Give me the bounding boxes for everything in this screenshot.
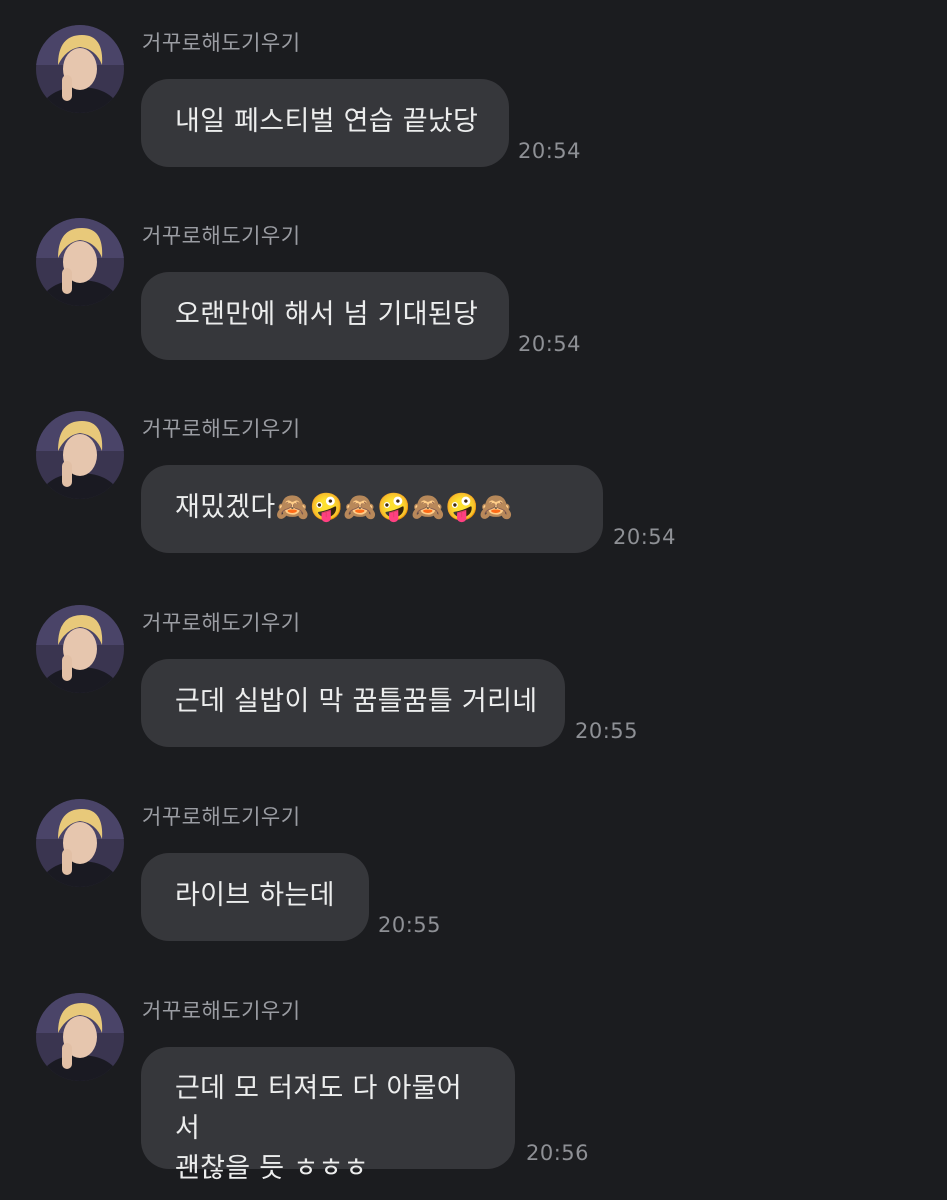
message-time: 20:54 bbox=[518, 139, 582, 163]
sender-name: 거꾸로해도기우기 bbox=[142, 224, 301, 248]
message-bubble[interactable]: 라이브 하는데 bbox=[141, 853, 369, 941]
avatar-image bbox=[36, 218, 124, 306]
avatar[interactable] bbox=[36, 605, 124, 693]
message-row: 거꾸로해도기우기 오랜만에 해서 넘 기대된당 20:54 bbox=[0, 218, 947, 368]
message-bubble[interactable]: 내일 페스티벌 연습 끝났당 bbox=[141, 79, 509, 167]
message-bubble[interactable]: 재밌겠다🙈🤪🙈🤪🙈🤪🙈 bbox=[141, 465, 603, 553]
avatar[interactable] bbox=[36, 218, 124, 306]
message-time: 20:55 bbox=[575, 719, 639, 743]
sender-name: 거꾸로해도기우기 bbox=[142, 417, 301, 441]
avatar-image bbox=[36, 605, 124, 693]
avatar-image bbox=[36, 993, 124, 1081]
sender-name: 거꾸로해도기우기 bbox=[142, 31, 301, 55]
message-time: 20:56 bbox=[526, 1141, 590, 1165]
message-bubble[interactable]: 오랜만에 해서 넘 기대된당 bbox=[141, 272, 509, 360]
message-time: 20:54 bbox=[613, 525, 677, 549]
message-row: 거꾸로해도기우기 근데 실밥이 막 꿈틀꿈틀 거리네 20:55 bbox=[0, 605, 947, 755]
avatar-image bbox=[36, 799, 124, 887]
avatar[interactable] bbox=[36, 993, 124, 1081]
message-bubble[interactable]: 근데 모 터져도 다 아물어서 괜찮을 듯 ㅎㅎㅎ bbox=[141, 1047, 515, 1184]
message-time: 20:55 bbox=[378, 913, 442, 937]
sender-name: 거꾸로해도기우기 bbox=[142, 805, 301, 829]
avatar[interactable] bbox=[36, 799, 124, 887]
avatar-image bbox=[36, 411, 124, 499]
message-time: 20:54 bbox=[518, 332, 582, 356]
avatar[interactable] bbox=[36, 25, 124, 113]
message-row: 거꾸로해도기우기 근데 모 터져도 다 아물어서 괜찮을 듯 ㅎㅎㅎ 20:56 bbox=[0, 993, 947, 1184]
message-bubble[interactable]: 근데 실밥이 막 꿈틀꿈틀 거리네 bbox=[141, 659, 565, 747]
sender-name: 거꾸로해도기우기 bbox=[142, 611, 301, 635]
avatar[interactable] bbox=[36, 411, 124, 499]
message-row: 거꾸로해도기우기 내일 페스티벌 연습 끝났당 20:54 bbox=[0, 25, 947, 175]
message-row: 거꾸로해도기우기 라이브 하는데 20:55 bbox=[0, 799, 947, 949]
message-row: 거꾸로해도기우기 재밌겠다🙈🤪🙈🤪🙈🤪🙈 20:54 bbox=[0, 411, 947, 561]
avatar-image bbox=[36, 25, 124, 113]
sender-name: 거꾸로해도기우기 bbox=[142, 999, 301, 1023]
